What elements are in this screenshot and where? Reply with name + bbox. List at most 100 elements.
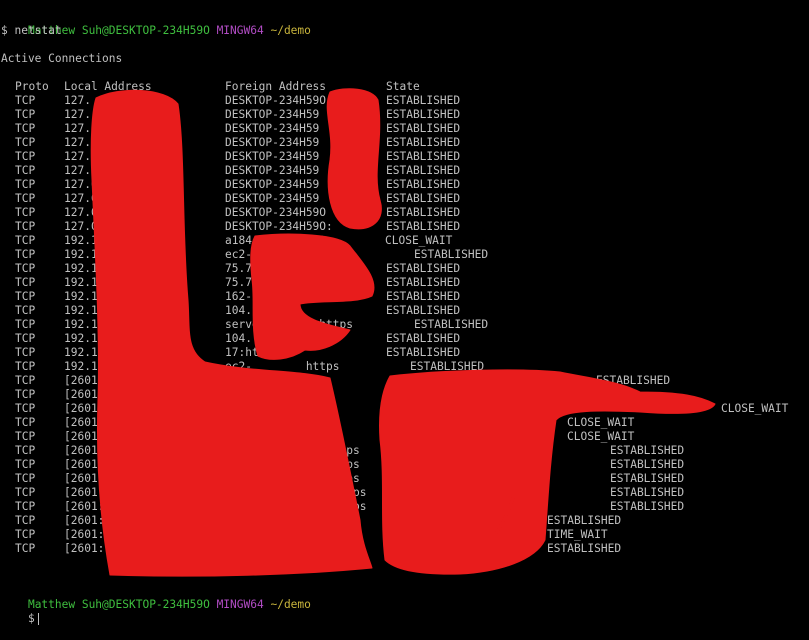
cell-foreign-address: a184 http bbox=[225, 234, 333, 247]
cell-foreign-address: [2603: bbox=[225, 388, 266, 401]
table-row: TCP [2601: ps TIME_WAIT bbox=[0, 528, 809, 542]
cell-local-address: [2601: bbox=[64, 472, 105, 485]
input-line[interactable]: $ bbox=[1, 598, 39, 625]
cell-local-address: 127.0 bbox=[64, 220, 98, 233]
table-row: TCP [2601 g2600- CLOSE_WAIT bbox=[0, 402, 809, 416]
table-row: TCP [2601: [2001: :https ESTABLISHED bbox=[0, 458, 809, 472]
cell-proto: TCP bbox=[15, 402, 36, 415]
cell-proto: TCP bbox=[15, 304, 36, 317]
cell-foreign-address: DESKTOP-234H59 bbox=[225, 178, 320, 191]
table-row: TCP [2601: bk-i ESTABLISHED bbox=[0, 514, 809, 528]
cell-proto: TCP bbox=[15, 234, 36, 247]
cell-state: CLOSE_WAIT bbox=[567, 430, 635, 443]
table-row: TCP [2601: [2001: ]:https ESTABLISHED bbox=[0, 486, 809, 500]
cell-state: ESTABLISHED bbox=[386, 276, 461, 289]
cell-state: ESTABLISHED bbox=[386, 206, 461, 219]
cell-state: CLOSE_WAIT bbox=[385, 234, 453, 247]
table-row: TCP 127.0 DESKTOP-234H59O ESTABLISHED bbox=[0, 206, 809, 220]
cell-local-address: 127.0 bbox=[64, 178, 98, 191]
cell-foreign-address: DESKTOP-234H59 bbox=[225, 136, 320, 149]
cell-proto: TCP bbox=[15, 458, 36, 471]
cell-state: CLOSE_WAIT bbox=[721, 402, 789, 415]
cell-state: ESTABLISHED bbox=[547, 514, 622, 527]
cell-foreign-address: ps bbox=[225, 528, 293, 541]
cell-proto: TCP bbox=[15, 276, 36, 289]
cell-foreign-address: [2001: :https bbox=[225, 472, 360, 485]
cell-local-address: 192.1 bbox=[64, 248, 98, 261]
cell-local-address: 192.1 bbox=[64, 360, 98, 373]
cell-proto: TCP bbox=[15, 108, 36, 121]
cell-state: ESTABLISHED bbox=[386, 192, 461, 205]
cell-local-address: 127.0 bbox=[64, 136, 98, 149]
cell-foreign-address: DESKTOP-234H59 bbox=[225, 108, 320, 121]
cell-state: ESTABLISHED bbox=[596, 374, 671, 387]
cell-local-address: 192.1 bbox=[64, 276, 98, 289]
cell-state: ESTABLISHED bbox=[386, 108, 461, 121]
table-row: TCP 192.1 ec2- ttps ESTABLISHED bbox=[0, 248, 809, 262]
column-header-proto: Proto bbox=[15, 80, 49, 93]
cell-foreign-address: DESKTOP-234H59 bbox=[225, 164, 320, 177]
table-row: TCP 127.0 DESKTOP-234H59 ESTABLISHED bbox=[0, 164, 809, 178]
cell-foreign-address: ec2- https bbox=[225, 360, 340, 373]
cell-foreign-address: server https bbox=[225, 318, 353, 331]
cell-proto: TCP bbox=[15, 374, 36, 387]
table-row: TCP 192.1 ec2- https ESTABLISHED bbox=[0, 360, 809, 374]
terminal-window[interactable]: Matthew Suh@DESKTOP-234H59O MINGW64 ~/de… bbox=[0, 0, 809, 625]
cell-foreign-address: DESKTOP-234H59 bbox=[225, 192, 320, 205]
table-row: TCP 127. DESKTOP-234H59 ESTABLISHED bbox=[0, 108, 809, 122]
cell-state: ESTABLISHED bbox=[610, 500, 685, 513]
cell-local-address: 192.1 bbox=[64, 332, 98, 345]
cell-state: ESTABLISHED bbox=[386, 136, 461, 149]
cell-local-address: [2601: bbox=[64, 458, 105, 471]
table-row: TCP 127. DESKTOP-234H59 ESTABLISHED bbox=[0, 122, 809, 136]
cell-local-address: 127.0 bbox=[64, 192, 98, 205]
cell-state: ESTABLISHED bbox=[386, 332, 461, 345]
cell-foreign-address: DESKTOP-234H59 bbox=[225, 122, 320, 135]
table-row: TCP [2601 [2620: CLOSE_WAIT bbox=[0, 416, 809, 430]
table-row: TCP 127.0 DESKTOP-234H59 ESTABLISHED bbox=[0, 136, 809, 150]
cell-proto: TCP bbox=[15, 472, 36, 485]
cell-state: ESTABLISHED bbox=[610, 472, 685, 485]
cell-proto: TCP bbox=[15, 514, 36, 527]
cell-foreign-address: 75.7 bbox=[225, 276, 252, 289]
cell-local-address: [2601: bbox=[64, 542, 105, 555]
cell-proto: TCP bbox=[15, 318, 36, 331]
cell-state: ESTABLISHED bbox=[386, 164, 461, 177]
cell-proto: TCP bbox=[15, 416, 36, 429]
prompt-directory: ~/demo bbox=[270, 598, 311, 611]
cell-local-address: 127.0 bbox=[64, 150, 98, 163]
cell-proto: TCP bbox=[15, 94, 36, 107]
table-row: TCP [2601: [2001: :https ESTABLISHED bbox=[0, 472, 809, 486]
column-header-foreign-address: Foreign Address bbox=[225, 80, 327, 93]
table-row: TCP 192.1 75.7 ESTABLISHED bbox=[0, 262, 809, 276]
cell-proto: TCP bbox=[15, 500, 36, 513]
command-line: $ netstat bbox=[1, 24, 62, 37]
cell-state: ESTABLISHED bbox=[414, 318, 489, 331]
cell-local-address: [2601 bbox=[64, 416, 98, 429]
prompt-system: MINGW64 bbox=[216, 24, 264, 37]
cell-foreign-address: DESKTOP-234H59 bbox=[225, 150, 320, 163]
cell-state: ESTABLISHED bbox=[610, 486, 685, 499]
cell-foreign-address: [2001: :https bbox=[225, 458, 360, 471]
cell-proto: TCP bbox=[15, 150, 36, 163]
cell-local-address: 192.1 bbox=[64, 318, 98, 331]
cell-proto: TCP bbox=[15, 388, 36, 401]
cell-proto: TCP bbox=[15, 220, 36, 233]
cell-foreign-address: DESKTOP-234H59O bbox=[225, 206, 327, 219]
cell-state: CLOSE_WAIT bbox=[567, 416, 635, 429]
table-header: Proto Local Address Foreign Address Stat… bbox=[0, 80, 809, 94]
cell-proto: TCP bbox=[15, 360, 36, 373]
cell-foreign-address: ec2- ttps bbox=[225, 248, 333, 261]
cell-proto: TCP bbox=[15, 290, 36, 303]
prompt-system: MINGW64 bbox=[216, 598, 264, 611]
cell-local-address: [2601 bbox=[64, 430, 98, 443]
cell-local-address: [2601: bbox=[64, 486, 105, 499]
cell-local-address: 192.1 bbox=[64, 234, 98, 247]
cell-proto: TCP bbox=[15, 164, 36, 177]
cell-state: ESTABLISHED bbox=[386, 178, 461, 191]
cell-proto: TCP bbox=[15, 206, 36, 219]
cell-proto: TCP bbox=[15, 542, 36, 555]
prompt-user-host: Matthew Suh@DESKTOP-234H59O bbox=[27, 598, 210, 611]
table-row: TCP 192.1 server https ESTABLISHED bbox=[0, 318, 809, 332]
cell-local-address: [2601: bbox=[64, 528, 105, 541]
